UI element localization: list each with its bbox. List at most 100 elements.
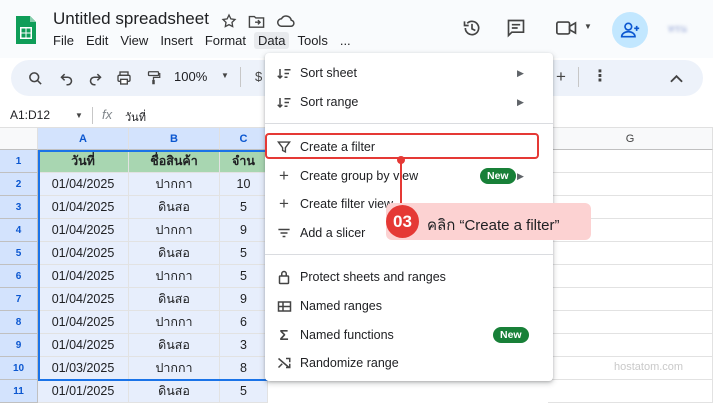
- table-cell[interactable]: 01/04/2025: [38, 242, 129, 265]
- menu-item-create-group-by-view[interactable]: + Create group by view New ▶: [265, 162, 553, 190]
- table-cell[interactable]: 01/04/2025: [38, 311, 129, 334]
- row-header[interactable]: 4: [0, 219, 38, 242]
- table-cell[interactable]: 3: [220, 334, 268, 357]
- plus-icon[interactable]: +: [556, 67, 566, 87]
- table-cell[interactable]: ปากกา: [129, 311, 220, 334]
- select-all-corner[interactable]: [0, 128, 38, 150]
- column-header-a[interactable]: A: [38, 128, 129, 150]
- sheets-logo-icon[interactable]: [14, 14, 38, 46]
- table-cell[interactable]: ปากกา: [129, 265, 220, 288]
- table-cell[interactable]: 5: [220, 380, 268, 403]
- table-cell[interactable]: 8: [220, 357, 268, 380]
- table-cell[interactable]: 10: [220, 173, 268, 196]
- menu-edit[interactable]: Edit: [86, 33, 108, 48]
- table-cell[interactable]: ปากกา: [129, 357, 220, 380]
- table-cell[interactable]: 5: [220, 196, 268, 219]
- collapse-toolbar-icon[interactable]: [667, 69, 685, 87]
- row-header[interactable]: 7: [0, 288, 38, 311]
- table-cell[interactable]: ดินสอ: [129, 196, 220, 219]
- table-cell[interactable]: 01/04/2025: [38, 219, 129, 242]
- table-cell[interactable]: 01/04/2025: [38, 265, 129, 288]
- column-header-c[interactable]: C: [220, 128, 268, 150]
- menu-item-sort-sheet[interactable]: Sort sheet ▶: [265, 59, 553, 87]
- menu-insert[interactable]: Insert: [160, 33, 193, 48]
- namebox-chevron-icon[interactable]: ▼: [75, 111, 83, 120]
- user-account[interactable]: ทรน: [668, 22, 698, 35]
- table-cell[interactable]: ดินสอ: [129, 380, 220, 403]
- table-cell[interactable]: 01/04/2025: [38, 196, 129, 219]
- menu-tools[interactable]: Tools: [297, 33, 327, 48]
- currency-button[interactable]: $: [255, 69, 262, 84]
- table-cell[interactable]: 01/04/2025: [38, 334, 129, 357]
- table-cell[interactable]: 5: [220, 242, 268, 265]
- table-cell[interactable]: [548, 173, 713, 196]
- table-cell[interactable]: 9: [220, 219, 268, 242]
- menu-format[interactable]: Format: [205, 33, 246, 48]
- table-cell[interactable]: [548, 242, 713, 265]
- table-cell[interactable]: 5: [220, 265, 268, 288]
- table-cell[interactable]: ดินสอ: [129, 242, 220, 265]
- row-header[interactable]: 5: [0, 242, 38, 265]
- column-header-g[interactable]: G: [548, 128, 713, 150]
- table-cell[interactable]: ปากกา: [129, 219, 220, 242]
- row-header[interactable]: 11: [0, 380, 38, 403]
- table-cell[interactable]: 01/04/2025: [38, 288, 129, 311]
- menu-file[interactable]: File: [53, 33, 74, 48]
- step-number: 03: [386, 205, 419, 238]
- menu-item-sort-range[interactable]: Sort range ▶: [265, 88, 553, 116]
- redo-icon[interactable]: [86, 69, 104, 87]
- menu-item-protect-sheets[interactable]: Protect sheets and ranges: [265, 263, 553, 291]
- table-cell[interactable]: 01/01/2025: [38, 380, 129, 403]
- meet-icon[interactable]: [554, 15, 580, 41]
- table-cell[interactable]: ปากกา: [129, 173, 220, 196]
- formula-input[interactable]: วันที่: [125, 108, 146, 126]
- add-person-icon[interactable]: [612, 12, 648, 48]
- table-cell[interactable]: [548, 380, 713, 403]
- row-header[interactable]: 9: [0, 334, 38, 357]
- table-cell[interactable]: 6: [220, 311, 268, 334]
- menu-item-randomize-range[interactable]: Randomize range: [265, 349, 553, 377]
- header-cell[interactable]: จำน: [220, 150, 268, 173]
- table-cell[interactable]: [548, 150, 713, 173]
- search-icon[interactable]: [26, 69, 44, 87]
- star-icon[interactable]: [219, 11, 239, 31]
- row-header[interactable]: 1: [0, 150, 38, 173]
- comments-icon[interactable]: [503, 15, 529, 41]
- table-cell[interactable]: ดินสอ: [129, 288, 220, 311]
- more-vert-icon[interactable]: ⋮: [592, 66, 608, 86]
- name-box[interactable]: A1:D12: [10, 108, 50, 122]
- table-cell[interactable]: [548, 265, 713, 288]
- table-cell[interactable]: ดินสอ: [129, 334, 220, 357]
- menu-more[interactable]: ...: [340, 33, 351, 48]
- menu-view[interactable]: View: [120, 33, 148, 48]
- row-header[interactable]: 8: [0, 311, 38, 334]
- chevron-down-icon[interactable]: ▼: [584, 22, 592, 31]
- undo-icon[interactable]: [57, 69, 75, 87]
- table-cell[interactable]: 9: [220, 288, 268, 311]
- menu-item-named-functions[interactable]: Σ Named functions New: [265, 321, 553, 349]
- row-header[interactable]: 10: [0, 357, 38, 380]
- table-cell[interactable]: [548, 288, 713, 311]
- table-cell[interactable]: [548, 334, 713, 357]
- zoom-select[interactable]: 100%: [174, 69, 207, 84]
- history-icon[interactable]: [459, 15, 485, 41]
- document-title[interactable]: Untitled spreadsheet: [53, 9, 209, 29]
- print-icon[interactable]: [115, 69, 133, 87]
- move-folder-icon[interactable]: [246, 11, 266, 31]
- column-header-b[interactable]: B: [129, 128, 220, 150]
- table-cell[interactable]: 01/03/2025: [38, 357, 129, 380]
- header-cell[interactable]: วันที่: [38, 150, 129, 173]
- table-cell[interactable]: 01/04/2025: [38, 173, 129, 196]
- zoom-chevron-icon[interactable]: ▼: [221, 71, 229, 80]
- paint-format-icon[interactable]: [144, 69, 162, 87]
- row-header[interactable]: 3: [0, 196, 38, 219]
- cloud-saved-icon[interactable]: [276, 11, 296, 31]
- table-cell[interactable]: [548, 311, 713, 334]
- menu-data[interactable]: Data: [254, 32, 290, 49]
- row-header[interactable]: 6: [0, 265, 38, 288]
- plus-icon: +: [279, 166, 289, 185]
- row-header[interactable]: 2: [0, 173, 38, 196]
- menu-item-named-ranges[interactable]: Named ranges: [265, 292, 553, 320]
- header-cell[interactable]: ชื่อสินค้า: [129, 150, 220, 173]
- menu-item-label: Randomize range: [300, 356, 399, 370]
